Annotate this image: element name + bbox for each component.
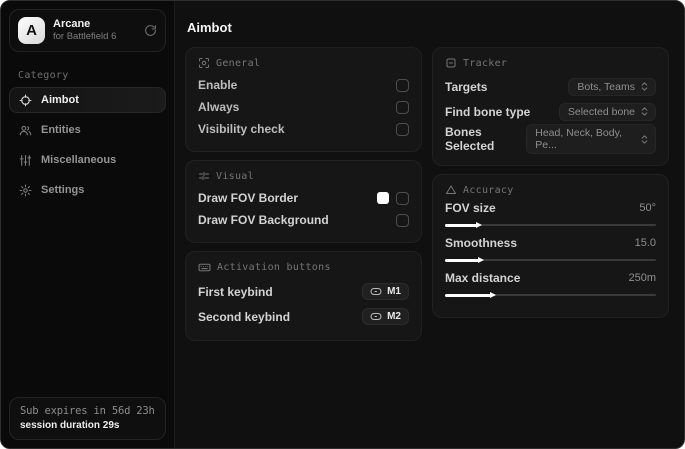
card-title: Accuracy	[463, 184, 514, 196]
app-logo: A	[18, 17, 45, 44]
slider-value: 50°	[639, 202, 656, 214]
enable-checkbox[interactable]	[396, 78, 409, 92]
app-window: A Arcane for Battlefield 6 Category Aimb…	[0, 0, 685, 449]
box-minus-icon	[445, 57, 457, 69]
fov-border-color-swatch[interactable]	[377, 192, 389, 204]
slider-value: 15.0	[634, 237, 656, 249]
max-distance-slider[interactable]	[445, 291, 656, 299]
keybind-row: First keybind M1	[198, 279, 409, 304]
sidebar-item-entities[interactable]: Entities	[9, 117, 166, 143]
refresh-icon[interactable]	[144, 24, 157, 37]
triangle-icon	[445, 184, 457, 196]
general-card: General Enable Always Visibility check	[185, 47, 422, 152]
select-value: Selected bone	[567, 105, 635, 118]
first-keybind-button[interactable]: M1	[362, 283, 409, 300]
page-title: Aimbot	[187, 20, 232, 35]
app-name: Arcane	[53, 17, 91, 30]
sliders-vertical-icon	[19, 154, 32, 167]
select-row: Find bone type Selected bone	[445, 99, 656, 124]
slider-value: 250m	[628, 272, 656, 284]
session-duration-text: session duration 29s	[20, 420, 120, 431]
max-distance-slider-group: Max distance 250m	[445, 271, 656, 299]
smoothness-slider-group: Smoothness 15.0	[445, 236, 656, 264]
fov-size-slider[interactable]	[445, 221, 656, 229]
mouse-icon	[370, 312, 382, 321]
setting-row: Draw FOV Border	[198, 187, 409, 209]
sliders-horizontal-icon	[198, 170, 210, 182]
card-title: Activation buttons	[217, 262, 331, 273]
chevrons-up-down-icon	[639, 106, 650, 117]
slider-thumb[interactable]	[445, 256, 484, 263]
slider-thumb[interactable]	[445, 221, 482, 228]
crosshair-icon	[19, 94, 32, 107]
users-icon	[19, 124, 32, 137]
keyboard-icon	[198, 261, 211, 274]
sidebar-item-label: Settings	[41, 184, 85, 196]
right-column: Tracker Targets Bots, Teams Find bone ty…	[432, 47, 669, 318]
tracker-card: Tracker Targets Bots, Teams Find bone ty…	[432, 47, 669, 166]
second-keybind-button[interactable]: M2	[362, 308, 409, 325]
sidebar: A Arcane for Battlefield 6 Category Aimb…	[1, 1, 175, 448]
setting-row: Always	[198, 96, 409, 118]
setting-row: Draw FOV Background	[198, 209, 409, 231]
fov-size-slider-group: FOV size 50°	[445, 201, 656, 229]
slider-thumb[interactable]	[445, 291, 497, 298]
chevrons-up-down-icon	[639, 134, 650, 145]
sidebar-nav: Aimbot Entities Miscellaneous Settings	[9, 87, 166, 203]
app-subtitle: for Battlefield 6	[53, 31, 117, 43]
card-title: Visual	[216, 170, 254, 182]
select-value: Head, Neck, Body, Pe...	[535, 127, 622, 151]
chevrons-up-down-icon	[639, 81, 650, 92]
keybind-row: Second keybind M2	[198, 304, 409, 329]
setting-row: Enable	[198, 74, 409, 96]
sidebar-item-settings[interactable]: Settings	[9, 177, 166, 203]
always-checkbox[interactable]	[396, 100, 409, 114]
visual-card: Visual Draw FOV Border Draw FOV Backgrou…	[185, 160, 422, 243]
smoothness-slider[interactable]	[445, 256, 656, 264]
sidebar-item-miscellaneous[interactable]: Miscellaneous	[9, 147, 166, 173]
activation-buttons-card: Activation buttons First keybind M1 Seco…	[185, 251, 422, 341]
targets-select[interactable]: Bots, Teams	[568, 77, 656, 96]
card-title: Tracker	[463, 57, 508, 69]
brand-card: A Arcane for Battlefield 6	[9, 9, 166, 52]
sidebar-item-label: Miscellaneous	[41, 154, 117, 166]
draw-fov-border-checkbox[interactable]	[396, 191, 409, 205]
sidebar-item-aimbot[interactable]: Aimbot	[9, 87, 166, 113]
select-value: Bots, Teams	[577, 80, 635, 93]
sub-expiry-text: Sub expires in 56d 23h	[20, 405, 155, 417]
sidebar-item-label: Entities	[41, 124, 81, 136]
mouse-icon	[370, 287, 382, 296]
draw-fov-background-checkbox[interactable]	[396, 213, 409, 227]
visibility-check-checkbox[interactable]	[396, 122, 409, 136]
select-row: Targets Bots, Teams	[445, 74, 656, 99]
card-title: General	[216, 57, 261, 69]
keybind-value: M2	[387, 311, 401, 322]
select-row: Bones Selected Head, Neck, Body, Pe...	[445, 124, 656, 154]
keybind-value: M1	[387, 286, 401, 297]
gear-icon	[19, 184, 32, 197]
focus-icon	[198, 57, 210, 69]
sidebar-item-label: Aimbot	[41, 94, 79, 106]
find-bone-type-select[interactable]: Selected bone	[558, 102, 656, 121]
left-column: General Enable Always Visibility check V…	[185, 47, 422, 341]
setting-row: Visibility check	[198, 118, 409, 140]
accuracy-card: Accuracy FOV size 50° Smoothness 15.0 Ma…	[432, 174, 669, 318]
category-label: Category	[18, 70, 69, 81]
main-content: Aimbot General Enable Always Visibility …	[175, 1, 684, 448]
subscription-info: Sub expires in 56d 23h session duration …	[9, 397, 166, 440]
bones-selected-select[interactable]: Head, Neck, Body, Pe...	[526, 124, 656, 154]
